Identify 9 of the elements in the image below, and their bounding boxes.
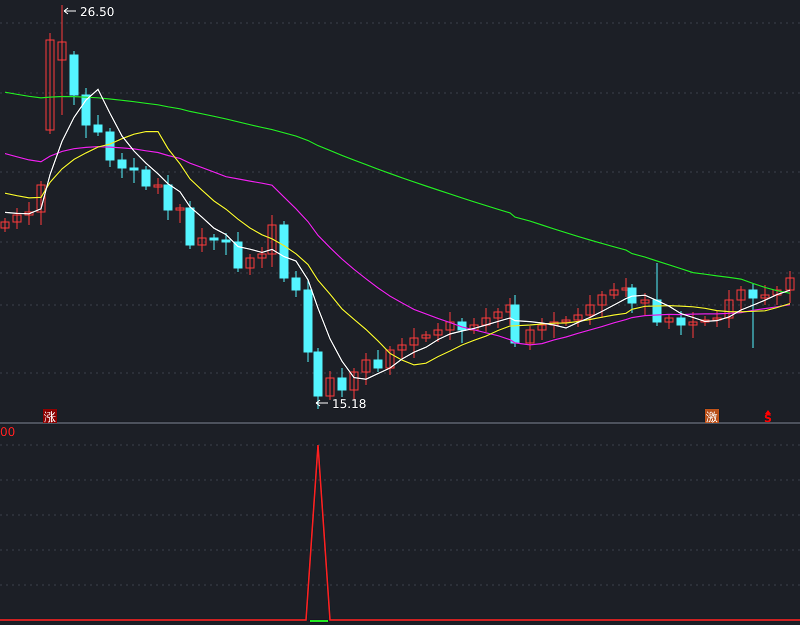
high-price-label: 26.50 (80, 5, 114, 19)
signal-marker: S (764, 412, 772, 425)
signal-marker: 激 (706, 410, 718, 424)
signal-marker: 涨 (44, 410, 56, 424)
axis-label: 00 (0, 425, 16, 439)
arrow-icon (64, 8, 76, 14)
low-price-label: 15.18 (332, 397, 366, 411)
indicator-bar (310, 620, 328, 622)
arrow-icon (316, 400, 328, 406)
